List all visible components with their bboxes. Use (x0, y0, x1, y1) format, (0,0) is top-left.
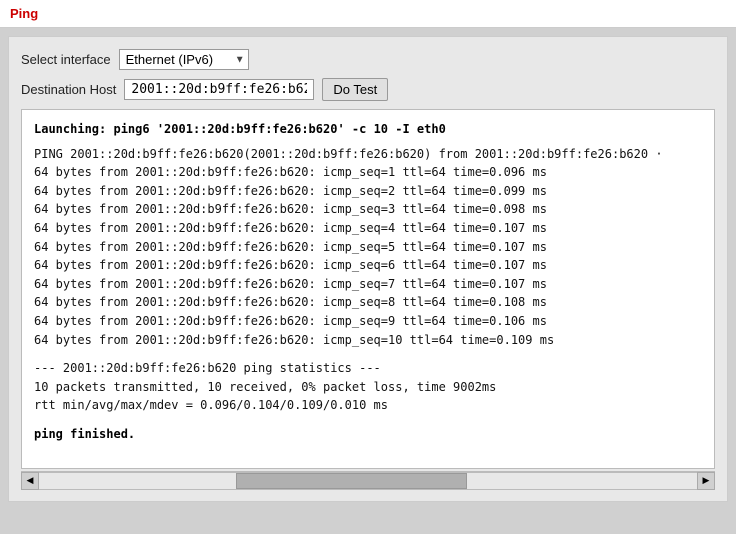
stats-separator: --- 2001::20d:b9ff:fe26:b620 ping statis… (34, 359, 702, 378)
destination-host-input[interactable] (124, 79, 314, 100)
ping-line-5: 64 bytes from 2001::20d:b9ff:fe26:b620: … (34, 238, 702, 257)
ping-line-3: 64 bytes from 2001::20d:b9ff:fe26:b620: … (34, 200, 702, 219)
ping-line-1: 64 bytes from 2001::20d:b9ff:fe26:b620: … (34, 163, 702, 182)
horizontal-scrollbar: ◀ ▶ (21, 471, 715, 489)
destination-host-label: Destination Host (21, 82, 116, 97)
scroll-thumb[interactable] (236, 473, 466, 489)
stats-section: --- 2001::20d:b9ff:fe26:b620 ping statis… (34, 359, 702, 415)
interface-row: Select interface Ethernet (IPv6) Etherne… (21, 49, 715, 70)
ping-line-6: 64 bytes from 2001::20d:b9ff:fe26:b620: … (34, 256, 702, 275)
ping-header-line: PING 2001::20d:b9ff:fe26:b620(2001::20d:… (34, 145, 702, 164)
ping-line-8: 64 bytes from 2001::20d:b9ff:fe26:b620: … (34, 293, 702, 312)
scroll-left-button[interactable]: ◀ (21, 472, 39, 490)
ping-line-10: 64 bytes from 2001::20d:b9ff:fe26:b620: … (34, 331, 702, 350)
do-test-button[interactable]: Do Test (322, 78, 388, 101)
launching-line: Launching: ping6 '2001::20d:b9ff:fe26:b6… (34, 120, 702, 139)
scroll-right-button[interactable]: ▶ (697, 472, 715, 490)
launching-command: ping6 '2001::20d:b9ff:fe26:b620' -c 10 -… (113, 122, 445, 136)
interface-select[interactable]: Ethernet (IPv6) Ethernet (IPv4) WiFi (119, 49, 249, 70)
ping-line-4: 64 bytes from 2001::20d:b9ff:fe26:b620: … (34, 219, 702, 238)
ping-finished: ping finished. (34, 425, 702, 444)
ping-line-9: 64 bytes from 2001::20d:b9ff:fe26:b620: … (34, 312, 702, 331)
page-title: Ping (10, 6, 38, 21)
ping-line-2: 64 bytes from 2001::20d:b9ff:fe26:b620: … (34, 182, 702, 201)
stats-packets: 10 packets transmitted, 10 received, 0% … (34, 378, 702, 397)
main-panel: Select interface Ethernet (IPv6) Etherne… (8, 36, 728, 502)
launching-label: Launching: (34, 122, 106, 136)
scroll-track[interactable] (39, 472, 697, 490)
title-bar: Ping (0, 0, 736, 28)
stats-rtt: rtt min/avg/max/mdev = 0.096/0.104/0.109… (34, 396, 702, 415)
interface-select-wrapper: Ethernet (IPv6) Ethernet (IPv4) WiFi ▼ (119, 49, 249, 70)
destination-row: Destination Host Do Test (21, 78, 715, 101)
output-panel: Launching: ping6 '2001::20d:b9ff:fe26:b6… (21, 109, 715, 469)
select-interface-label: Select interface (21, 52, 111, 67)
ping-line-7: 64 bytes from 2001::20d:b9ff:fe26:b620: … (34, 275, 702, 294)
